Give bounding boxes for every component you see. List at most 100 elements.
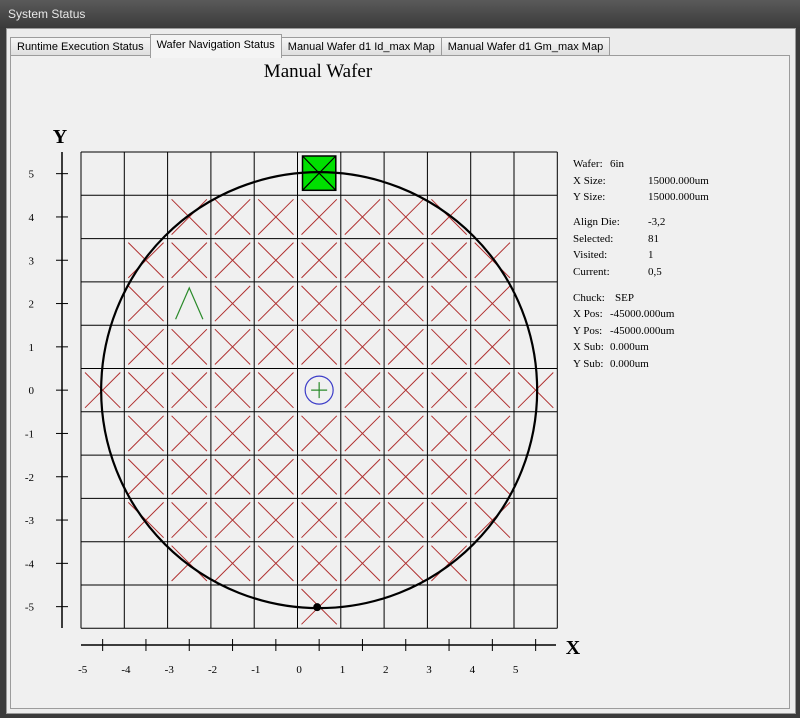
align-die-label: Align Die:: [573, 216, 620, 228]
die-mark[interactable]: [214, 415, 251, 452]
chuck-value: SEP: [615, 292, 634, 304]
die-mark[interactable]: [214, 242, 251, 279]
die-mark[interactable]: [387, 198, 424, 235]
x-size-value: 15000.000um: [648, 175, 709, 187]
die-mark[interactable]: [431, 198, 468, 235]
die-mark[interactable]: [301, 415, 338, 452]
y-sub-label: Y Sub:: [573, 358, 604, 370]
die-mark[interactable]: [127, 285, 164, 322]
die-mark[interactable]: [431, 242, 468, 279]
die-mark[interactable]: [474, 242, 511, 279]
die-mark[interactable]: [387, 328, 424, 365]
die-mark[interactable]: [171, 198, 208, 235]
x-tick-label: 1: [340, 664, 346, 676]
die-mark[interactable]: [387, 545, 424, 582]
die-mark[interactable]: [387, 415, 424, 452]
die-mark[interactable]: [171, 415, 208, 452]
die-mark[interactable]: [257, 242, 294, 279]
chuck-label: Chuck:: [573, 292, 605, 304]
die-mark[interactable]: [257, 415, 294, 452]
die-mark[interactable]: [387, 372, 424, 409]
die-mark[interactable]: [344, 415, 381, 452]
x-pos-value: -45000.000um: [610, 308, 675, 320]
die-mark[interactable]: [431, 502, 468, 539]
die-mark[interactable]: [171, 502, 208, 539]
die-mark[interactable]: [474, 285, 511, 322]
y-tick-label: -4: [25, 558, 35, 570]
die-mark[interactable]: [171, 242, 208, 279]
die-mark[interactable]: [214, 502, 251, 539]
die-mark[interactable]: [474, 502, 511, 539]
die-mark[interactable]: [257, 198, 294, 235]
x-tick-label: -4: [121, 664, 131, 676]
x-tick-label: 3: [426, 664, 432, 676]
die-mark[interactable]: [474, 415, 511, 452]
die-mark[interactable]: [301, 285, 338, 322]
die-mark[interactable]: [387, 458, 424, 495]
die-mark[interactable]: [171, 545, 208, 582]
die-mark[interactable]: [344, 242, 381, 279]
die-mark[interactable]: [301, 545, 338, 582]
die-mark[interactable]: [214, 198, 251, 235]
die-mark[interactable]: [84, 372, 121, 409]
die-mark[interactable]: [387, 502, 424, 539]
die-mark[interactable]: [257, 372, 294, 409]
die-mark[interactable]: [344, 328, 381, 365]
visited-value: 1: [648, 249, 654, 261]
die-mark[interactable]: [387, 285, 424, 322]
die-mark[interactable]: [431, 328, 468, 365]
align-die-marker[interactable]: [175, 286, 204, 320]
die-mark[interactable]: [257, 458, 294, 495]
die-mark[interactable]: [214, 372, 251, 409]
die-mark[interactable]: [387, 242, 424, 279]
die-mark[interactable]: [127, 502, 164, 539]
die-mark[interactable]: [344, 198, 381, 235]
die-mark[interactable]: [171, 458, 208, 495]
die-mark[interactable]: [257, 285, 294, 322]
die-mark[interactable]: [431, 285, 468, 322]
die-mark[interactable]: [127, 328, 164, 365]
die-mark[interactable]: [474, 328, 511, 365]
die-mark[interactable]: [344, 545, 381, 582]
die-mark[interactable]: [431, 458, 468, 495]
tab-wafer-navigation-status[interactable]: Wafer Navigation Status: [149, 34, 282, 58]
wafer-info-panel: Wafer: 6in X Size: 15000.000um Y Size: 1…: [573, 158, 773, 378]
die-mark[interactable]: [344, 372, 381, 409]
y-tick-label: -5: [25, 602, 35, 614]
y-axis-label: Y: [53, 126, 68, 148]
die-mark[interactable]: [257, 328, 294, 365]
die-mark[interactable]: [214, 285, 251, 322]
die-mark[interactable]: [474, 372, 511, 409]
die-mark[interactable]: [214, 545, 251, 582]
wafer-notch-marker: [313, 603, 322, 612]
die-mark[interactable]: [431, 415, 468, 452]
die-mark[interactable]: [517, 372, 554, 409]
die-mark[interactable]: [344, 285, 381, 322]
die-mark[interactable]: [127, 415, 164, 452]
die-mark[interactable]: [214, 458, 251, 495]
die-mark[interactable]: [127, 372, 164, 409]
die-mark[interactable]: [301, 198, 338, 235]
die-mark[interactable]: [127, 242, 164, 279]
die-mark[interactable]: [344, 502, 381, 539]
die-mark[interactable]: [301, 502, 338, 539]
die-mark[interactable]: [431, 545, 468, 582]
die-mark[interactable]: [431, 372, 468, 409]
die-mark[interactable]: [257, 545, 294, 582]
x-tick-label: 0: [296, 664, 302, 676]
die-mark[interactable]: [127, 458, 164, 495]
y-tick-label: 0: [29, 385, 35, 397]
die-mark[interactable]: [214, 328, 251, 365]
die-mark[interactable]: [474, 458, 511, 495]
y-sub-value: 0.000um: [610, 358, 649, 370]
y-tick-label: 3: [29, 255, 35, 267]
die-mark[interactable]: [301, 328, 338, 365]
die-mark[interactable]: [171, 372, 208, 409]
die-mark[interactable]: [344, 458, 381, 495]
die-mark[interactable]: [257, 502, 294, 539]
align-die-value: -3,2: [648, 216, 666, 228]
die-mark[interactable]: [171, 328, 208, 365]
x-axis-label: X: [566, 637, 581, 659]
die-mark[interactable]: [301, 242, 338, 279]
die-mark[interactable]: [301, 458, 338, 495]
